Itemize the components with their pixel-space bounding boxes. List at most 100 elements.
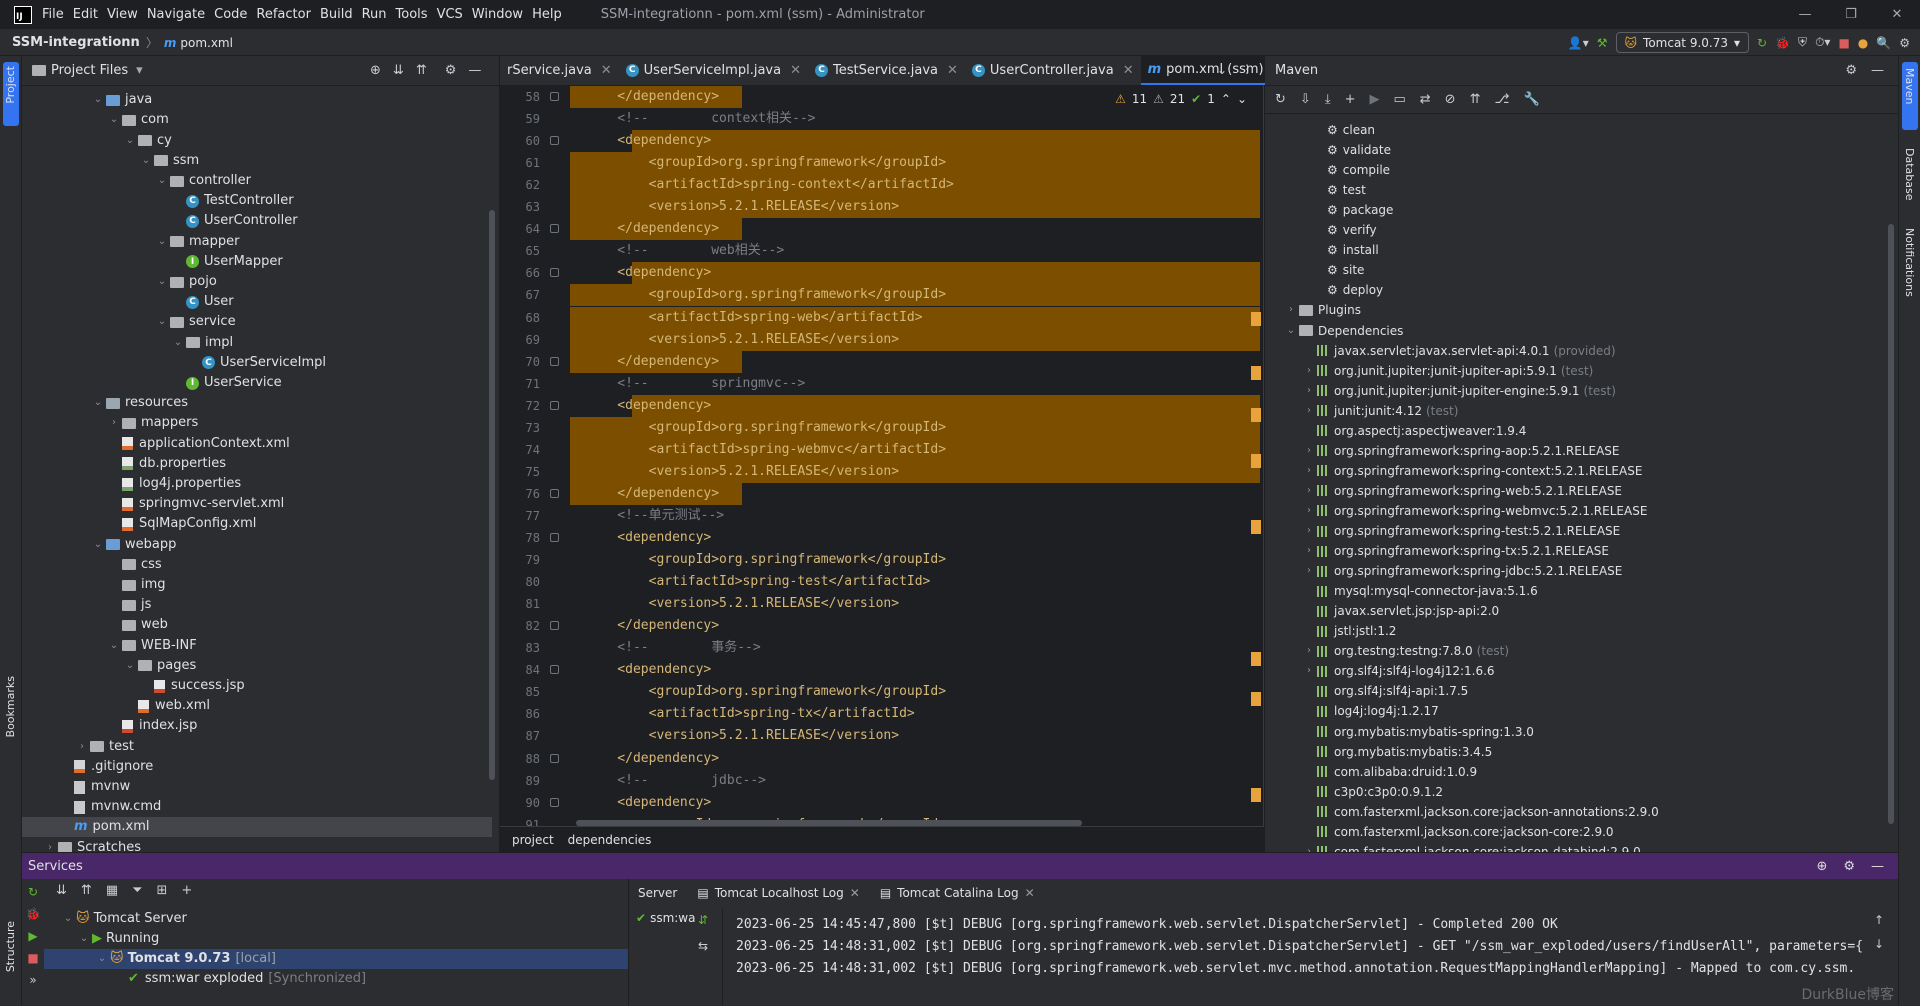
- menu-view[interactable]: View: [107, 7, 138, 22]
- update-icon[interactable]: ⇵: [698, 913, 708, 927]
- project-tree-item[interactable]: ⌄ pages: [22, 656, 492, 676]
- dependencies-node[interactable]: ⌄ Dependencies: [1285, 321, 1404, 341]
- breadcrumb-project-tag[interactable]: project: [512, 833, 554, 847]
- project-tree-item[interactable]: C UserServiceImpl: [22, 353, 492, 373]
- dependency-item[interactable]: c3p0:c3p0:0.9.1.2: [1303, 782, 1443, 802]
- project-tree-item[interactable]: › Scratches: [22, 838, 492, 852]
- close-tab-icon[interactable]: ✕: [790, 63, 801, 78]
- settings-gear-icon[interactable]: ⚙: [1899, 36, 1910, 50]
- project-tool-button[interactable]: Project: [4, 66, 17, 104]
- fold-marker-icon[interactable]: [550, 92, 559, 101]
- artifact-node[interactable]: ✔ ssm:war exploded [Synchronized]: [128, 969, 366, 989]
- plugin-update-icon[interactable]: ●: [1858, 36, 1868, 50]
- project-tree-item[interactable]: ⌄ service: [22, 312, 492, 332]
- stop-icon[interactable]: ■: [1838, 36, 1849, 50]
- project-tree-item[interactable]: img: [22, 575, 492, 595]
- menu-code[interactable]: Code: [214, 7, 247, 22]
- options-gear-icon[interactable]: ⚙: [445, 63, 457, 78]
- project-view-selector[interactable]: Project Files: [51, 63, 128, 78]
- menu-file[interactable]: File: [42, 7, 64, 22]
- running-node[interactable]: ⌄ ▶ Running: [78, 929, 159, 949]
- project-tree-item[interactable]: ⌄ com: [22, 110, 492, 130]
- download-icon[interactable]: ⤓: [1325, 92, 1331, 107]
- inspection-widget[interactable]: ⚠ 11 ⚠ 21 ✔ 1 ⌃ ⌄: [1115, 92, 1247, 106]
- project-tree-item[interactable]: › test: [22, 737, 492, 757]
- project-tree-item[interactable]: ⌄ java: [22, 90, 492, 110]
- project-tree-item[interactable]: ⌄ ssm: [22, 151, 492, 171]
- locate-target-icon[interactable]: ⊕: [370, 63, 381, 78]
- chevron-down-icon[interactable]: ⌄: [124, 131, 136, 151]
- expand-all-icon[interactable]: ⇊: [56, 883, 67, 898]
- menu-build[interactable]: Build: [320, 7, 353, 22]
- chevron-down-icon[interactable]: ⌄: [124, 656, 136, 676]
- dependency-item[interactable]: javax.servlet.jsp:jsp-api:2.0: [1303, 601, 1499, 621]
- tomcat-server-node[interactable]: ⌄ 🐱 Tomcat Server: [62, 909, 187, 929]
- add-icon[interactable]: +: [1345, 92, 1356, 107]
- dependency-item[interactable]: › org.springframework:spring-web:5.2.1.RE…: [1303, 481, 1622, 501]
- dependency-item[interactable]: org.mybatis:mybatis-spring:1.3.0: [1303, 722, 1534, 742]
- search-everywhere-icon[interactable]: 🔍: [1876, 36, 1891, 50]
- lifecycle-item[interactable]: ⚙ site: [1313, 260, 1364, 280]
- hide-panel-icon[interactable]: —: [1871, 859, 1884, 874]
- chevron-right-icon[interactable]: ›: [1303, 561, 1315, 581]
- collapse-all-icon[interactable]: ⇈: [81, 883, 92, 898]
- project-tree-item[interactable]: C User: [22, 292, 492, 312]
- dependency-item[interactable]: com.alibaba:druid:1.0.9: [1303, 762, 1477, 782]
- chevron-right-icon[interactable]: ›: [1303, 641, 1315, 661]
- chevron-right-icon[interactable]: ›: [1303, 361, 1315, 381]
- project-tree-item[interactable]: ⌄ WEB-INF: [22, 636, 492, 656]
- chevron-right-icon[interactable]: ›: [44, 838, 56, 852]
- dependency-item[interactable]: jstl:jstl:1.2: [1303, 621, 1396, 641]
- close-window-icon[interactable]: ✕: [1874, 0, 1920, 30]
- dependency-item[interactable]: › org.springframework:spring-jdbc:5.2.1.R…: [1303, 561, 1622, 581]
- project-tree-item[interactable]: applicationContext.xml: [22, 434, 492, 454]
- filter-icon[interactable]: ⏷: [132, 883, 142, 898]
- minimize-icon[interactable]: —: [1782, 0, 1828, 30]
- options-gear-icon[interactable]: ⚙: [1845, 63, 1857, 78]
- project-tree-item[interactable]: ⌄ mapper: [22, 232, 492, 252]
- rerun-icon[interactable]: ↻: [1757, 36, 1767, 50]
- scroll-up-icon[interactable]: ↑: [1874, 913, 1884, 927]
- dependency-item[interactable]: log4j:log4j:1.2.17: [1303, 701, 1439, 721]
- project-tree-item[interactable]: db.properties: [22, 454, 492, 474]
- project-tree-item[interactable]: I UserService: [22, 373, 492, 393]
- chevron-right-icon[interactable]: ›: [1303, 541, 1315, 561]
- project-tree-item[interactable]: ⌄ resources: [22, 393, 492, 413]
- chevron-right-icon[interactable]: ›: [108, 413, 120, 433]
- project-tree-item[interactable]: › mappers: [22, 413, 492, 433]
- fold-marker-icon[interactable]: [550, 268, 559, 278]
- chevron-right-icon[interactable]: ›: [1303, 441, 1315, 461]
- dependency-item[interactable]: › org.junit.jupiter:junit-jupiter-api:5.9…: [1303, 361, 1593, 381]
- editor-tab[interactable]: rService.java ✕: [500, 55, 619, 85]
- chevron-right-icon[interactable]: ›: [1303, 842, 1315, 852]
- chevron-right-icon[interactable]: ›: [1303, 481, 1315, 501]
- lifecycle-item[interactable]: ⚙ compile: [1313, 160, 1390, 180]
- maven-scrollbar[interactable]: [1888, 224, 1894, 824]
- fold-marker-icon[interactable]: [550, 533, 559, 542]
- dependency-item[interactable]: › org.springframework:spring-aop:5.2.1.RE…: [1303, 441, 1620, 461]
- menu-window[interactable]: Window: [472, 7, 523, 22]
- chevron-down-icon[interactable]: ⌄: [156, 312, 168, 332]
- dependency-item[interactable]: org.aspectj:aspectjweaver:1.9.4: [1303, 421, 1526, 441]
- debug-icon[interactable]: 🐞: [1775, 36, 1790, 50]
- chevron-right-icon[interactable]: ›: [1303, 501, 1315, 521]
- close-tab-icon[interactable]: ✕: [601, 63, 612, 78]
- run-config-selector[interactable]: 🐱 Tomcat 9.0.73 ▾: [1615, 32, 1750, 53]
- chevron-down-icon[interactable]: ⌄: [156, 232, 168, 252]
- chevron-right-icon[interactable]: ›: [1303, 381, 1315, 401]
- project-tree-item[interactable]: css: [22, 555, 492, 575]
- hide-panel-icon[interactable]: —: [468, 63, 481, 78]
- lifecycle-item[interactable]: ⚙ verify: [1313, 220, 1377, 240]
- project-scrollbar[interactable]: [489, 210, 495, 780]
- dependency-item[interactable]: › org.springframework:spring-context:5.2.…: [1303, 461, 1642, 481]
- project-tree-item[interactable]: mvnw: [22, 777, 492, 797]
- chevron-right-icon[interactable]: ›: [1303, 461, 1315, 481]
- toggle-offline-icon[interactable]: ⇄: [1420, 92, 1431, 107]
- menu-help[interactable]: Help: [532, 7, 562, 22]
- project-tree-item[interactable]: web.xml: [22, 696, 492, 716]
- close-tab-icon[interactable]: ✕: [1025, 886, 1035, 900]
- menu-tools[interactable]: Tools: [396, 7, 428, 22]
- fold-marker-icon[interactable]: [550, 797, 559, 807]
- dependency-item[interactable]: com.fasterxml.jackson.core:jackson-annot…: [1303, 802, 1659, 822]
- chevron-down-icon[interactable]: ▾: [136, 63, 143, 78]
